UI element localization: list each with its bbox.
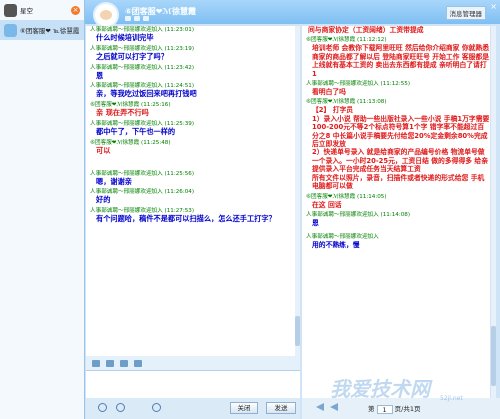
- avatar: [4, 3, 17, 17]
- message-item: 人事部诚聘～邢丽娜欢迎加入 (11:24:51) 亲，等我吃过饭回来吧再打钱吧: [86, 82, 300, 99]
- title-icons: [125, 16, 149, 21]
- message-text: 间与商家协定（工资阔绪）工资带提成: [308, 26, 424, 34]
- close-icon[interactable]: ×: [490, 2, 497, 11]
- message-text: 有个问题哈，稿件不是都可以扫描么，怎么还手工打字？: [96, 214, 276, 224]
- history-item: 人事部诚聘～邢丽娜欢迎加入 (11:12:55) 看明白了吗: [302, 80, 490, 96]
- contact-item[interactable]: 星空 ×: [0, 0, 84, 20]
- settings-icon[interactable]: [116, 403, 125, 412]
- first-page-icon[interactable]: [316, 403, 324, 411]
- watermark: 我爱技术网: [330, 377, 430, 401]
- message-header: 人事部诚聘～邢丽娜欢迎加入 (11:14:08): [306, 211, 411, 218]
- watermark-url: 52jl.net: [440, 395, 463, 402]
- history-item: 间与商家协定（工资阔绪）工资带提成: [302, 26, 490, 34]
- message-header: ⑥团客服❤ℳ徐慧霞 (11:14:05): [306, 193, 387, 200]
- avatar[interactable]: [93, 2, 119, 28]
- message-header: 人事部诚聘～邢丽娜欢迎加入 (11:12:55): [306, 81, 411, 88]
- message-text: 看明白了吗: [312, 88, 346, 97]
- chat-titlebar: ⑥团客服❤ℳ徐慧霞 消息管理器 ×: [85, 0, 500, 28]
- font-icon[interactable]: [92, 359, 100, 367]
- message-text: 用的不熟练，慢: [312, 241, 360, 250]
- contact-item-selected[interactable]: ⑥团客服❤ ℡徐慧霞: [0, 20, 84, 40]
- message-text: 都中午了，下午也一样的: [96, 126, 176, 136]
- message-item: 人事部诚聘～邢丽娜欢迎加入 (11:27:53) 有个问题哈，稿件不是都可以扫描…: [86, 207, 300, 224]
- message-text: 恩: [312, 218, 319, 227]
- history-item: 人事部诚聘～邢丽娜欢迎加入 用的不熟练，慢: [302, 233, 490, 249]
- emoji-icon[interactable]: [106, 359, 114, 367]
- message-item: 人事部诚聘～邢丽娜欢迎加入 (11:26:04) 好的: [86, 188, 300, 205]
- contact-name: ⑥团客服❤ ℡徐慧霞: [20, 27, 80, 35]
- message-item: 人事部诚聘～邢丽娜欢迎加入 (11:25:56) 嗯，谢谢亲: [86, 170, 300, 187]
- contact-name: 星空: [20, 7, 33, 15]
- avatar: [4, 23, 17, 37]
- message-item: 人事部诚聘～邢丽娜欢迎加入 (11:23:19) 之后就可以打字了吗？: [86, 45, 300, 62]
- message-text: 好的: [96, 195, 111, 205]
- chat-scrollbar[interactable]: [295, 26, 300, 356]
- history-scrollbar[interactable]: [491, 26, 496, 398]
- zoom-icon[interactable]: [98, 403, 107, 412]
- close-button[interactable]: 关闭: [230, 402, 258, 414]
- message-text: 之后就可以打字了吗？: [96, 51, 168, 61]
- message-text: 亲 现在弄不行吗: [96, 108, 149, 118]
- message-text: 在这 回话: [312, 200, 342, 209]
- message-header: 人事部诚聘～邢丽娜欢迎加入 (11:26:04): [90, 189, 195, 196]
- page-input[interactable]: 1: [376, 404, 393, 414]
- status-icon[interactable]: [125, 16, 131, 21]
- message-text: 恩: [96, 70, 104, 80]
- history-item: ⑥团客服❤ℳ徐慧霞 (11:14:05) 在这 回话: [302, 193, 490, 209]
- message-text: 【2】 打字员 1）录入小说 帮助一些出版社录入一些小说 手稿1万字需要100-…: [312, 106, 490, 191]
- message-item: ⑥团客服❤ℳ徐慧霞 (11:25:48) 可以: [86, 139, 300, 156]
- message-item: 人事部诚聘～邢丽娜欢迎加入 (11:23:01) 什么时候培训完毕: [86, 26, 300, 43]
- send-button[interactable]: 发送: [266, 402, 296, 414]
- message-text: 什么时候培训完毕: [96, 33, 154, 42]
- clock-icon[interactable]: [152, 403, 161, 412]
- message-text: 培训老师 会教你下载阿里旺旺 然后给你介绍商家 你就熟悉 商家的商品都了解以后 …: [312, 44, 490, 78]
- screenshot-icon[interactable]: [134, 359, 142, 367]
- send-bar: 关闭 发送: [86, 398, 300, 419]
- close-icon[interactable]: ×: [71, 5, 80, 15]
- message-text: 嗯，谢谢亲: [96, 176, 132, 186]
- message-header: 人事部诚聘～邢丽娜欢迎加入 (11:23:42): [90, 64, 195, 71]
- history-item: ⑥团客服❤ℳ徐慧霞 (11:12:12) 培训老师 会教你下载阿里旺旺 然后给你…: [302, 36, 490, 78]
- history-panel: 间与商家协定（工资阔绪）工资带提成 ⑥团客服❤ℳ徐慧霞 (11:12:12) 培…: [302, 26, 490, 398]
- message-manager-button[interactable]: 消息管理器: [445, 6, 486, 20]
- message-item: ⑥团客服❤ℳ徐慧霞 (11:25:16) 亲 现在弄不行吗: [86, 101, 300, 118]
- message-item: 人事部诚聘～邢丽娜欢迎加入 (11:25:39) 都中午了，下午也一样的: [86, 120, 300, 137]
- history-item: ⑥团客服❤ℳ徐慧霞 (11:13:08) 【2】 打字员 1）录入小说 帮助一些…: [302, 98, 490, 190]
- contact-sidebar: 星空 × ⑥团客服❤ ℡徐慧霞: [0, 0, 85, 419]
- image-icon[interactable]: [120, 359, 128, 367]
- scrollbar-thumb[interactable]: [295, 316, 300, 346]
- message-item: 人事部诚聘～邢丽娜欢迎加入 (11:23:42) 恩: [86, 64, 300, 81]
- page-indicator: 第 1 页/共1页: [368, 404, 421, 414]
- phone-icon[interactable]: [143, 16, 149, 21]
- mail-icon[interactable]: [134, 16, 140, 21]
- message-text: 可以: [96, 145, 111, 155]
- input-toolbar: [86, 356, 300, 370]
- prev-page-icon[interactable]: [330, 403, 338, 411]
- message-header: ⑥团客服❤ℳ徐慧霞 (11:25:48): [90, 139, 171, 146]
- message-text: 亲，等我吃过饭回来吧再打钱吧: [96, 89, 197, 99]
- history-item: 人事部诚聘～邢丽娜欢迎加入 (11:14:08) 恩: [302, 211, 490, 227]
- message-input[interactable]: [86, 370, 300, 398]
- scrollbar-thumb[interactable]: [491, 326, 496, 386]
- chat-message-list: 人事部诚聘～邢丽娜欢迎加入 (11:23:01) 什么时候培训完毕 人事部诚聘～…: [86, 26, 300, 356]
